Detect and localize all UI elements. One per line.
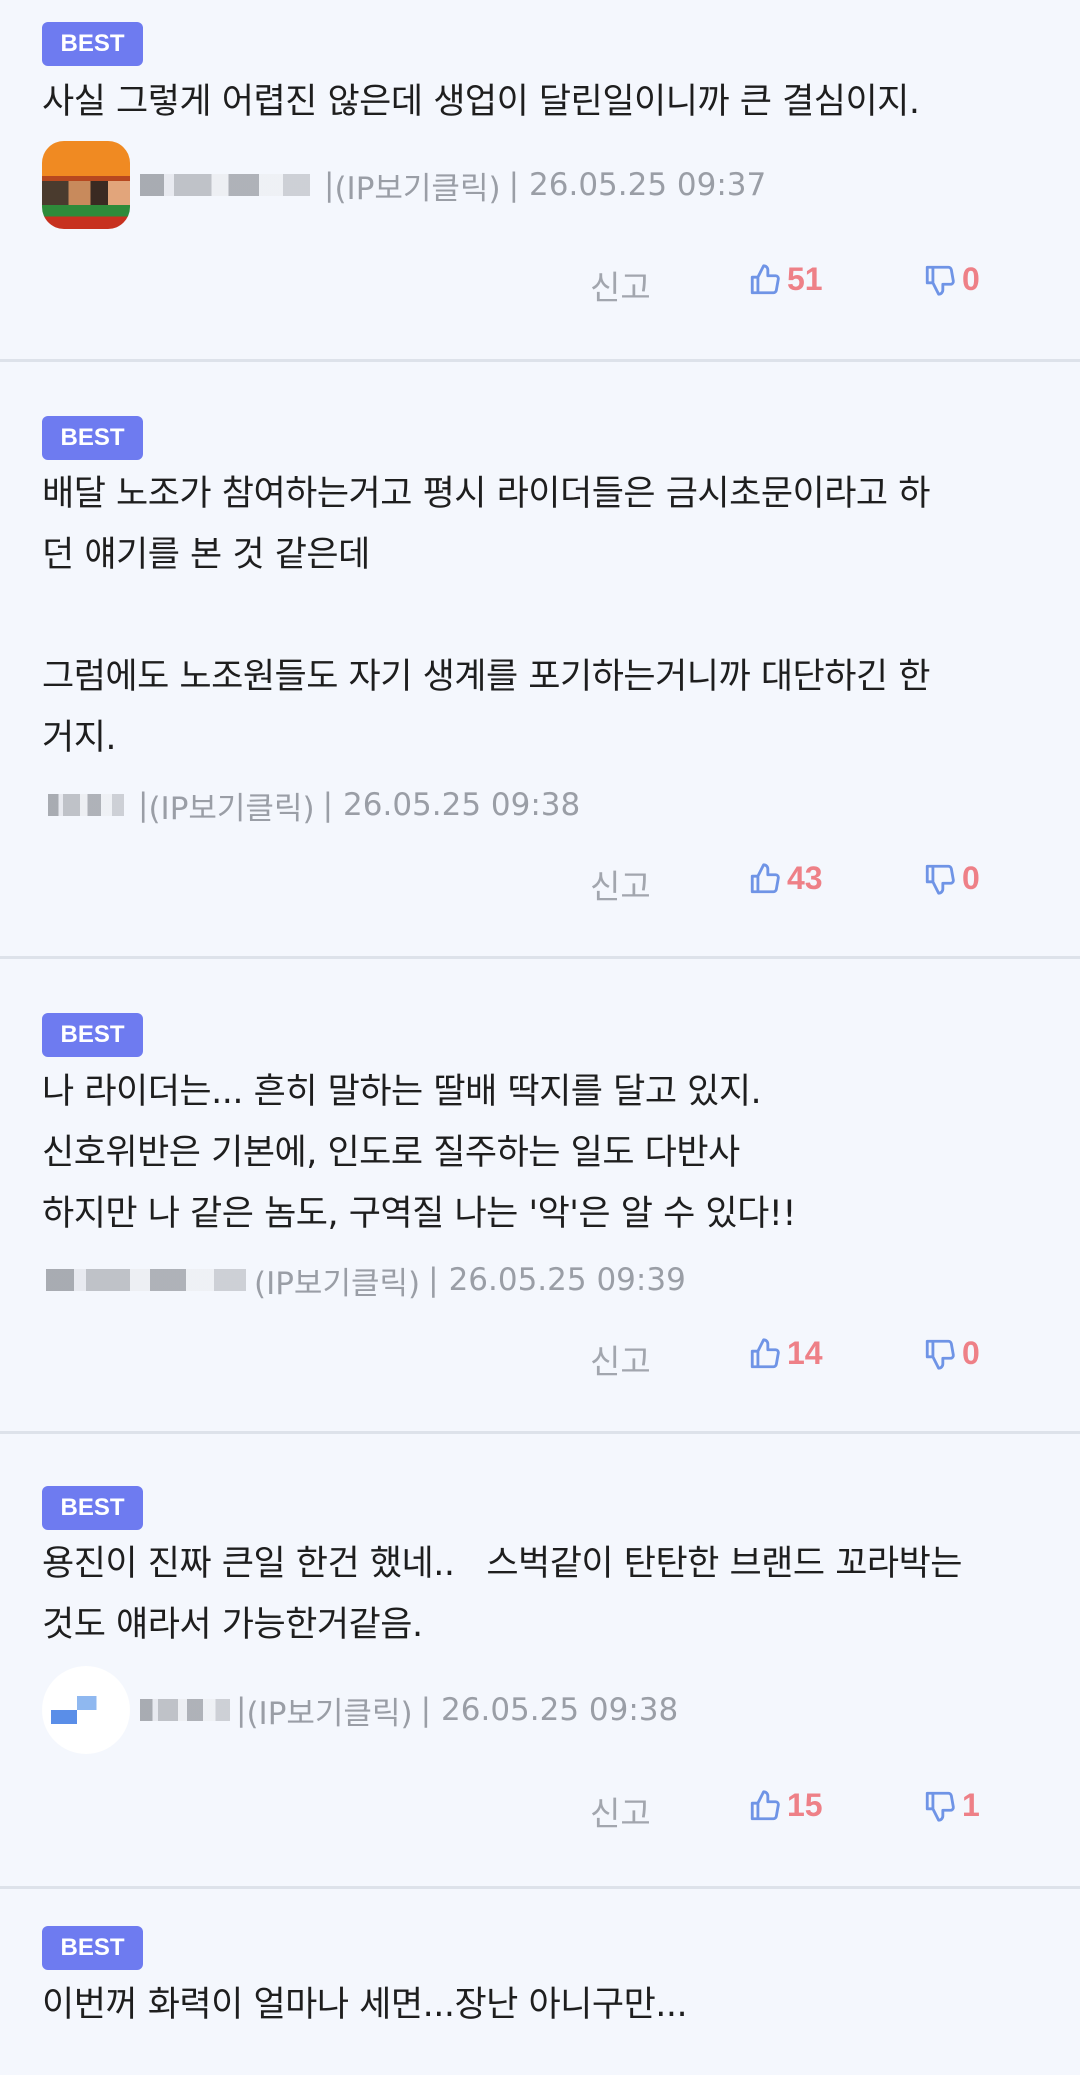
thumbs-down-icon [925,1791,955,1822]
best-badge: BEST [42,22,143,66]
meta-separator: | [420,1692,432,1728]
thumbs-up-icon [750,1789,780,1820]
downvote-button[interactable]: 1 [923,1787,980,1824]
comment-item: BEST 용진이 진짜 큰일 한건 했네.. 스벅같이 탄탄한 브랜드 꼬라박는… [0,1434,1080,1889]
comment-timestamp: 26.05.25 09:38 [343,787,581,823]
downvote-button[interactable]: 0 [923,860,980,897]
report-button[interactable]: 신고 [590,1335,651,1383]
upvote-button[interactable]: 51 [748,261,823,298]
downvote-button[interactable]: 0 [923,261,980,298]
upvote-count: 43 [787,860,823,896]
thumbs-down-icon [925,265,955,296]
comment-item: BEST 이번꺼 화력이 얼마나 세면...장난 아니구만... [0,1889,1080,2075]
comment-actions: 신고 43 0 [0,852,1080,912]
best-badge: BEST [42,1926,143,1970]
thumbs-up-icon [750,263,780,294]
downvote-button[interactable]: 0 [923,1335,980,1372]
ip-view-link[interactable]: (IP보기클릭) [334,163,500,208]
downvote-count: 0 [962,261,980,297]
comment-text: 나 라이더는... 흔히 말하는 딸배 딱지를 달고 있지. 신호위반은 기본에… [42,1072,796,1234]
comment-text: 용진이 진짜 큰일 한건 했네.. 스벅같이 탄탄한 브랜드 꼬라박는 것도 얘… [42,1544,963,1645]
nickname-blurred[interactable] [140,174,310,196]
upvote-button[interactable]: 14 [748,1335,823,1372]
report-button[interactable]: 신고 [590,1787,651,1835]
comment-meta: | (IP보기클릭) | 26.05.25 09:38 [42,1666,679,1754]
comment-meta: (IP보기클릭) | 26.05.25 09:39 [42,1250,686,1310]
nickname-blurred[interactable] [140,1699,230,1721]
thumbs-down-icon [925,864,955,895]
comment-item: BEST 배달 노조가 참여하는거고 평시 라이더들은 금시초문이라고 하 던 … [0,362,1080,959]
best-badge: BEST [42,416,143,460]
comment-actions: 신고 51 0 [0,253,1080,313]
comment-item: BEST 사실 그렇게 어렵진 않은데 생업이 달린일이니까 큰 결심이지. |… [0,0,1080,362]
thumbs-up-icon [750,1337,780,1368]
comment-text: 배달 노조가 참여하는거고 평시 라이더들은 금시초문이라고 하 던 얘기를 본… [42,474,930,758]
ip-view-link[interactable]: (IP보기클릭) [148,783,314,828]
comment-actions: 신고 14 0 [0,1327,1080,1387]
ip-view-link[interactable]: (IP보기클릭) [246,1688,412,1733]
meta-separator: | [428,1262,439,1298]
report-button[interactable]: 신고 [590,860,651,908]
best-comments-list: BEST 사실 그렇게 어렵진 않은데 생업이 달린일이니까 큰 결심이지. |… [0,0,1080,2075]
nickname-blurred[interactable] [46,1269,246,1291]
meta-separator: | [508,167,520,203]
meta-separator: | [138,787,149,823]
comment-timestamp: 26.05.25 09:37 [529,167,767,203]
downvote-count: 0 [962,860,980,896]
downvote-count: 1 [962,1787,980,1823]
ip-view-link[interactable]: (IP보기클릭) [254,1258,420,1303]
upvote-count: 15 [787,1787,823,1823]
comment-meta: | (IP보기클릭) | 26.05.25 09:37 [42,141,767,229]
thumbs-down-icon [925,1339,955,1370]
meta-separator: | [236,1692,247,1728]
best-badge: BEST [42,1486,143,1530]
comment-item: BEST 나 라이더는... 흔히 말하는 딸배 딱지를 달고 있지. 신호위반… [0,959,1080,1434]
meta-separator: | [324,167,335,203]
avatar[interactable] [42,141,130,229]
report-button[interactable]: 신고 [590,261,651,309]
comment-meta: | (IP보기클릭) | 26.05.25 09:38 [42,775,580,835]
downvote-count: 0 [962,1335,980,1371]
nickname-blurred[interactable] [48,794,124,816]
thumbs-up-icon [750,862,780,893]
best-badge: BEST [42,1013,143,1057]
comment-text: 사실 그렇게 어렵진 않은데 생업이 달린일이니까 큰 결심이지. [42,82,920,122]
upvote-count: 51 [787,261,823,297]
upvote-button[interactable]: 15 [748,1787,823,1824]
meta-separator: | [322,787,334,823]
comment-timestamp: 26.05.25 09:39 [448,1262,686,1298]
upvote-count: 14 [787,1335,823,1371]
comment-timestamp: 26.05.25 09:38 [441,1692,679,1728]
avatar[interactable] [42,1666,130,1754]
comment-text: 이번꺼 화력이 얼마나 세면...장난 아니구만... [42,1985,688,2025]
upvote-button[interactable]: 43 [748,860,823,897]
comment-actions: 신고 15 1 [0,1779,1080,1839]
